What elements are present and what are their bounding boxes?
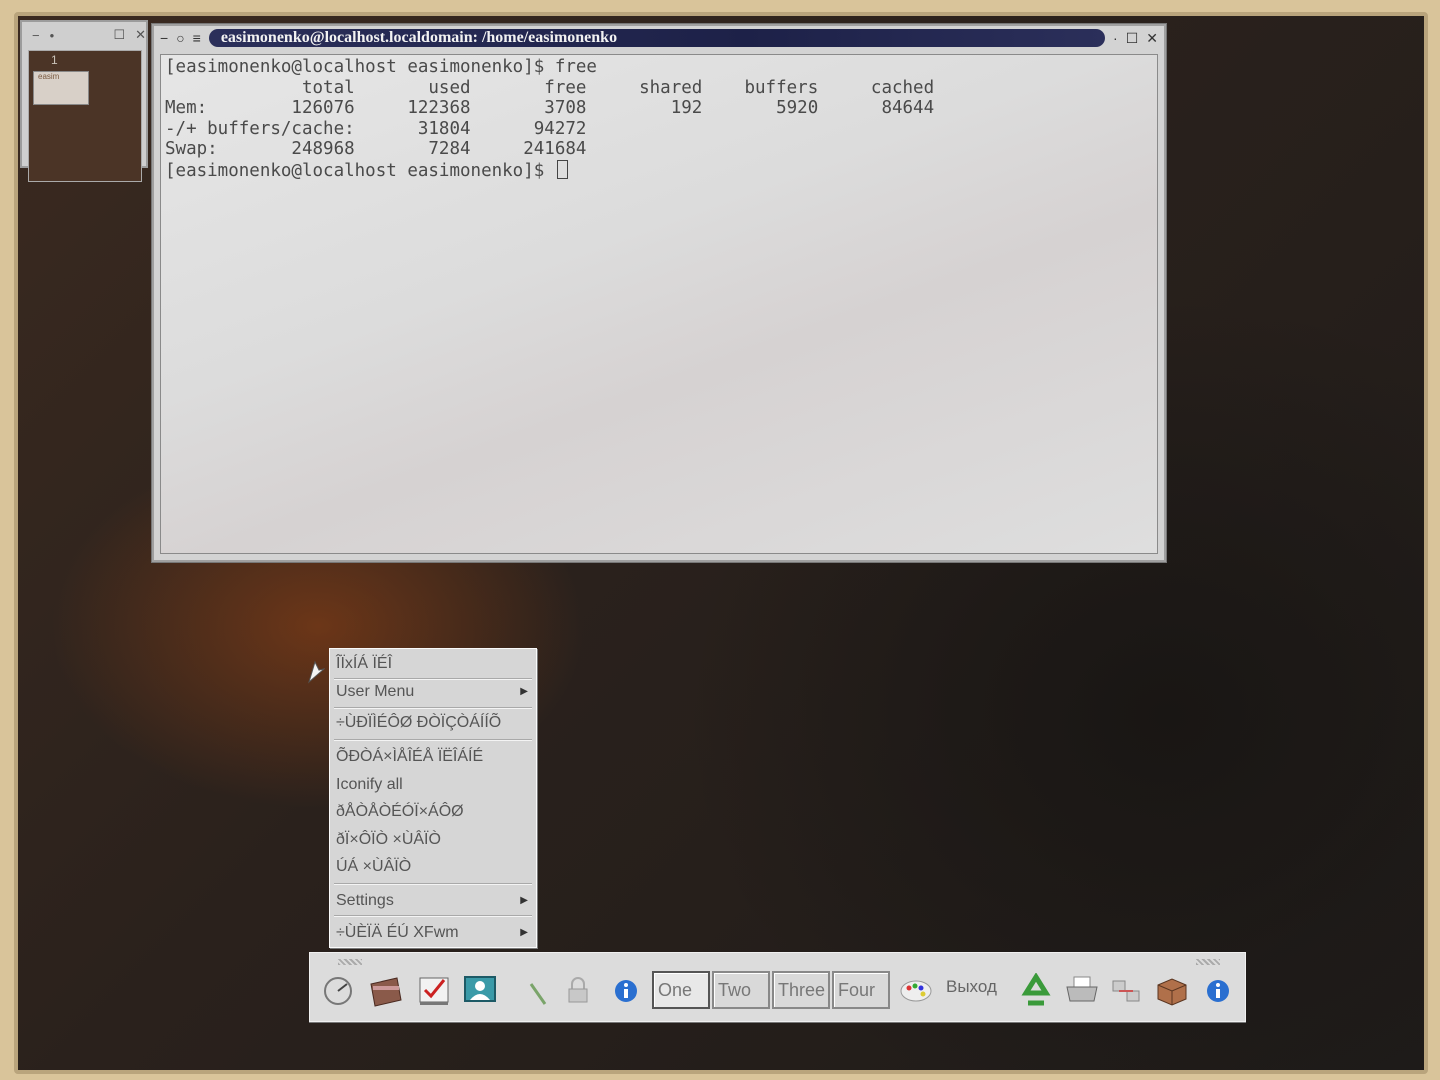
mouse-pointer-icon [308, 660, 325, 684]
menu-item-user-menu[interactable]: User Menu ▶ [336, 680, 528, 704]
terminal-title: easimonenko@localhost.localdomain: /home… [208, 29, 1106, 47]
menu-item-label: ðÏ×ÔÏÒ ×ÙÂÏÒ [336, 831, 441, 848]
menu-item-label: ÕÐÒÁ×ÌÅÎÉÅ ÏËÎÁÍÉ [336, 748, 484, 765]
logout-label[interactable]: Выход [946, 977, 997, 997]
terminal-line: Swap: 248968 7284 241684 [165, 139, 587, 159]
terminal-line: total used free shared buffers cached [165, 77, 935, 98]
recycle-icon[interactable] [1016, 973, 1056, 1009]
stick-icon[interactable]: · [1113, 30, 1118, 46]
menu-item-label: User Menu [336, 683, 415, 700]
folder-icon[interactable] [366, 973, 406, 1009]
menu-item-exit-xfwm[interactable]: ÷ÙÈÏÄ ÉÚ XFwm ▶ [336, 921, 528, 945]
submenu-arrow-icon: ▶ [520, 895, 528, 906]
menu-item-label: ÷ÙÈÏÄ ÉÚ XFwm [336, 924, 459, 941]
menu-item-label: Settings [336, 892, 394, 909]
clock-icon[interactable] [318, 973, 358, 1009]
printer-icon[interactable] [1062, 973, 1102, 1009]
shade-icon[interactable]: ○ [176, 30, 184, 46]
menu-item-label: Iconify all [336, 776, 403, 793]
pen-icon[interactable] [516, 973, 556, 1009]
menu-item-redraw[interactable]: ðÅÒÅÒÉÓÏ×ÁÔØ [336, 800, 528, 824]
menu-icon[interactable]: ≡ [193, 30, 201, 46]
menu-item-run-program[interactable]: ÷ÙÐÏÌÉÔØ ÐÒÏÇÒÁÍÍÕ [336, 711, 528, 735]
pager-titlebar: − • ☐ ✕ [22, 22, 146, 48]
network-icon[interactable] [1106, 973, 1146, 1009]
submenu-arrow-icon: ▶ [520, 927, 528, 938]
terminal-window[interactable]: − ○ ≡ easimonenko@localhost.localdomain:… [152, 24, 1166, 562]
terminal-prompt: [easimonenko@localhost easimonenko]$ [165, 160, 555, 181]
root-menu[interactable]: ÎÏxÍÁ ÏÉÎ User Menu ▶ ÷ÙÐÏÌÉÔØ ÐÒÏÇÒÁÍÍÕ … [329, 648, 537, 948]
minimize-icon[interactable]: − [160, 30, 168, 46]
close-icon[interactable]: ✕ [135, 27, 146, 43]
terminal-cursor [556, 159, 568, 179]
terminal-prompt-line: [easimonenko@localhost easimonenko]$ [165, 159, 1153, 181]
pager-mini-window[interactable]: easim [33, 71, 89, 105]
menu-separator [334, 707, 532, 709]
maximize-icon[interactable]: ☐ [113, 27, 125, 43]
desktop-button-4[interactable]: Four [832, 971, 890, 1009]
terminal-line: Mem: 126076 122368 3708 192 5920 84644 [165, 98, 935, 118]
desktop-button-1[interactable]: One [652, 971, 710, 1009]
desktop-button-3[interactable]: Three [772, 971, 830, 1009]
panel-grip[interactable] [338, 959, 362, 965]
menu-separator [334, 883, 532, 885]
menu-item-label: ÷ÙÐÏÌÉÔØ ÐÒÏÇÒÁÍÍÕ [336, 714, 502, 731]
terminal-line: [easimonenko@localhost easimonenko]$ fre… [165, 57, 597, 77]
palette-icon[interactable] [896, 973, 936, 1009]
menu-item-repeat[interactable]: ðÏ×ÔÏÒ ×ÙÂÏÒ [336, 828, 528, 852]
shade-icon[interactable]: • [50, 28, 55, 43]
pager-desktop-1[interactable]: 1 easim [28, 50, 142, 182]
menu-item-label: ÚÁ ×ÙÂÏÒ [336, 858, 412, 875]
terminal-line: -/+ buffers/cache: 31804 94272 [165, 118, 587, 139]
close-icon[interactable]: ✕ [1146, 30, 1158, 47]
menu-item-new-window[interactable]: ÎÏxÍÁ ÏÉÎ [336, 652, 528, 676]
submenu-arrow-icon: ▶ [520, 686, 528, 697]
menu-item-label: ðÅÒÅÒÉÓÏ×ÁÔØ [336, 803, 464, 820]
menu-item-window-manager[interactable]: ÕÐÒÁ×ÌÅÎÉÅ ÏËÎÁÍÉ [336, 745, 528, 769]
monitor-icon[interactable] [460, 973, 500, 1009]
menu-item-label: ÎÏxÍÁ ÏÉÎ [336, 655, 393, 672]
menu-item-settings[interactable]: Settings ▶ [336, 889, 528, 913]
terminal-output[interactable]: [easimonenko@localhost easimonenko]$ fre… [160, 54, 1158, 554]
minimize-icon[interactable]: − [32, 28, 40, 43]
pager-mini-window-label: easim [38, 72, 60, 81]
menu-item-select[interactable]: ÚÁ ×ÙÂÏÒ [336, 855, 528, 879]
menu-separator [334, 739, 532, 741]
menu-item-iconify-all[interactable]: Iconify all [336, 773, 528, 797]
desktop-pager[interactable]: − • ☐ ✕ 1 easim [20, 20, 148, 182]
info-icon[interactable] [606, 973, 646, 1009]
package-icon[interactable] [1152, 973, 1192, 1009]
desktop-button-2[interactable]: Two [712, 971, 770, 1009]
lock-icon[interactable] [558, 973, 598, 1009]
panel-grip[interactable] [1196, 959, 1220, 965]
pager-desktop-number: 1 [51, 53, 58, 67]
xfce-panel: One Two Three Four Выход [309, 952, 1246, 1022]
info-icon[interactable] [1198, 973, 1238, 1009]
maximize-icon[interactable]: ☐ [1126, 30, 1139, 47]
checklist-icon[interactable] [414, 973, 454, 1009]
terminal-titlebar[interactable]: − ○ ≡ easimonenko@localhost.localdomain:… [154, 26, 1164, 50]
menu-separator [334, 915, 532, 917]
